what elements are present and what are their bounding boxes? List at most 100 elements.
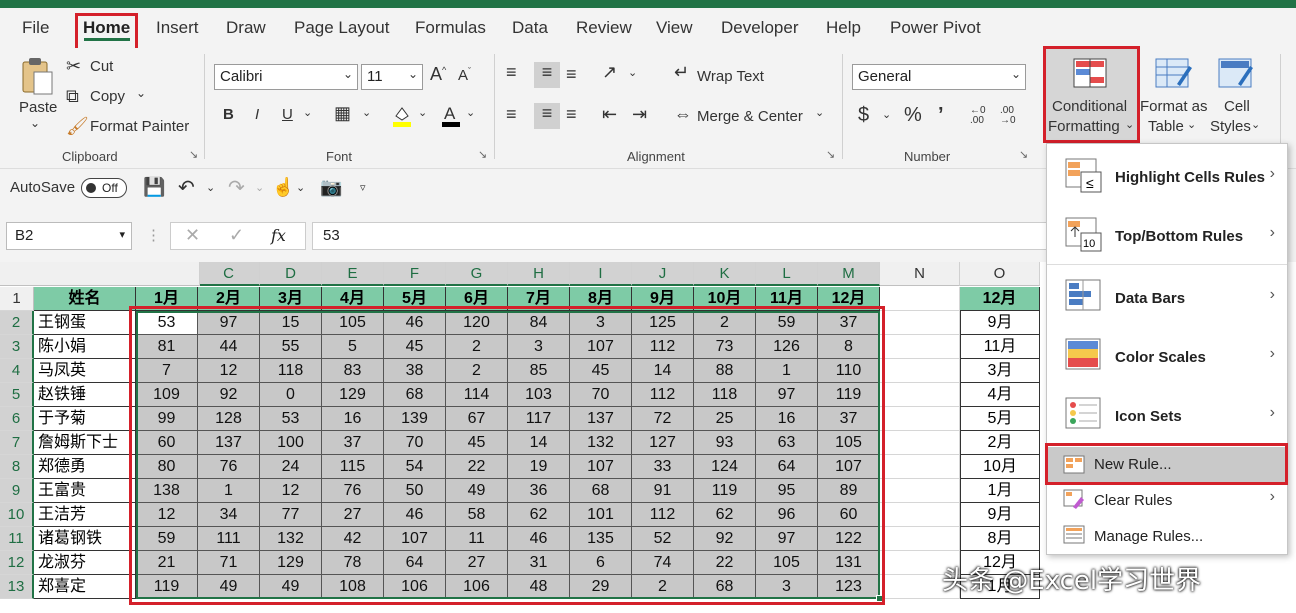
- name-cell[interactable]: 诸葛钢铁: [34, 527, 136, 551]
- value-cell[interactable]: 114: [446, 383, 508, 407]
- align-right-icon[interactable]: ≡: [566, 104, 577, 125]
- month-header-cell[interactable]: 4月: [322, 287, 384, 311]
- formula-bar-splitter-icon[interactable]: ⋮: [146, 226, 161, 244]
- value-cell[interactable]: 107: [570, 455, 632, 479]
- o-value-cell[interactable]: 5月: [960, 407, 1040, 431]
- value-cell[interactable]: 97: [198, 311, 260, 335]
- cancel-icon[interactable]: ✕: [185, 225, 200, 246]
- customize-qat-icon[interactable]: ▿: [360, 181, 366, 194]
- value-cell[interactable]: 21: [136, 551, 198, 575]
- o-value-cell[interactable]: 1月: [960, 479, 1040, 503]
- value-cell[interactable]: 2: [694, 311, 756, 335]
- menu-item-new-rule[interactable]: New Rule...: [1047, 447, 1287, 483]
- empty-cell[interactable]: [880, 455, 960, 479]
- value-cell[interactable]: 111: [198, 527, 260, 551]
- value-cell[interactable]: 12: [198, 359, 260, 383]
- value-cell[interactable]: 15: [260, 311, 322, 335]
- row-header[interactable]: 1: [0, 287, 34, 311]
- tab-home[interactable]: Home: [83, 18, 130, 38]
- tab-help[interactable]: Help: [826, 18, 861, 38]
- value-cell[interactable]: 96: [756, 503, 818, 527]
- value-cell[interactable]: 129: [322, 383, 384, 407]
- value-cell[interactable]: 48: [508, 575, 570, 599]
- touch-dropdown-icon[interactable]: ⌄: [296, 181, 305, 194]
- value-cell[interactable]: 138: [136, 479, 198, 503]
- value-cell[interactable]: 7: [136, 359, 198, 383]
- month-header-cell[interactable]: 3月: [260, 287, 322, 311]
- column-header[interactable]: C: [198, 262, 260, 286]
- cell-styles-label-2[interactable]: Styles: [1210, 118, 1251, 135]
- tab-formulas[interactable]: Formulas: [415, 18, 486, 38]
- chevron-down-icon[interactable]: ⌄: [1251, 118, 1260, 131]
- value-cell[interactable]: 139: [384, 407, 446, 431]
- value-cell[interactable]: 83: [322, 359, 384, 383]
- column-header[interactable]: H: [508, 262, 570, 286]
- tab-developer[interactable]: Developer: [721, 18, 799, 38]
- value-cell[interactable]: 81: [136, 335, 198, 359]
- value-cell[interactable]: 37: [818, 311, 880, 335]
- align-center-icon[interactable]: ≡: [534, 103, 560, 129]
- value-cell[interactable]: 55: [260, 335, 322, 359]
- cut-button[interactable]: Cut: [90, 58, 113, 75]
- value-cell[interactable]: 76: [198, 455, 260, 479]
- value-cell[interactable]: 112: [632, 383, 694, 407]
- value-cell[interactable]: 97: [756, 383, 818, 407]
- merge-dropdown-icon[interactable]: ⌄: [815, 106, 824, 119]
- value-cell[interactable]: 89: [818, 479, 880, 503]
- value-cell[interactable]: 68: [384, 383, 446, 407]
- row-header[interactable]: 6: [0, 407, 34, 431]
- row-header[interactable]: 5: [0, 383, 34, 407]
- borders-dropdown-icon[interactable]: ⌄: [362, 106, 371, 119]
- empty-cell[interactable]: [880, 335, 960, 359]
- value-cell[interactable]: 119: [694, 479, 756, 503]
- menu-item-highlight-cells-rules[interactable]: ≤ Highlight Cells Rules ›: [1047, 158, 1287, 198]
- value-cell[interactable]: 60: [818, 503, 880, 527]
- comma-button[interactable]: ’: [938, 104, 944, 127]
- empty-cell[interactable]: [880, 311, 960, 335]
- value-cell[interactable]: 22: [694, 551, 756, 575]
- row-header[interactable]: 8: [0, 455, 34, 479]
- value-cell[interactable]: 74: [632, 551, 694, 575]
- value-cell[interactable]: 62: [508, 503, 570, 527]
- value-cell[interactable]: 132: [260, 527, 322, 551]
- o-value-cell[interactable]: 9月: [960, 311, 1040, 335]
- month-header-cell[interactable]: 7月: [508, 287, 570, 311]
- value-cell[interactable]: 71: [198, 551, 260, 575]
- value-cell[interactable]: 1: [756, 359, 818, 383]
- name-cell[interactable]: 郑喜定: [34, 575, 136, 599]
- value-cell[interactable]: 27: [446, 551, 508, 575]
- value-cell[interactable]: 101: [570, 503, 632, 527]
- menu-item-data-bars[interactable]: Data Bars ›: [1047, 279, 1287, 319]
- tab-data[interactable]: Data: [512, 18, 548, 38]
- value-cell[interactable]: 68: [570, 479, 632, 503]
- value-cell[interactable]: 3: [756, 575, 818, 599]
- value-cell[interactable]: 62: [694, 503, 756, 527]
- value-cell[interactable]: 45: [384, 335, 446, 359]
- font-name-select[interactable]: Calibri ⌄: [214, 64, 358, 90]
- month-header-cell[interactable]: 11月: [756, 287, 818, 311]
- month-header-cell[interactable]: 6月: [446, 287, 508, 311]
- empty-cell[interactable]: [880, 407, 960, 431]
- o-value-cell[interactable]: 8月: [960, 527, 1040, 551]
- underline-dropdown-icon[interactable]: ⌄: [303, 106, 312, 119]
- column-header[interactable]: E: [322, 262, 384, 286]
- column-header[interactable]: M: [818, 262, 880, 286]
- row-header[interactable]: 4: [0, 359, 34, 383]
- name-cell[interactable]: 王钢蛋: [34, 311, 136, 335]
- o-value-cell[interactable]: 3月: [960, 359, 1040, 383]
- value-cell[interactable]: 44: [198, 335, 260, 359]
- month-header-cell[interactable]: 9月: [632, 287, 694, 311]
- value-cell[interactable]: 135: [570, 527, 632, 551]
- value-cell[interactable]: 3: [508, 335, 570, 359]
- value-cell[interactable]: 49: [260, 575, 322, 599]
- value-cell[interactable]: 58: [446, 503, 508, 527]
- format-as-table-label-1[interactable]: Format as: [1140, 98, 1208, 115]
- italic-button[interactable]: I: [255, 106, 259, 123]
- decrease-decimal-icon[interactable]: .00 →0: [1000, 106, 1016, 126]
- copy-dropdown-icon[interactable]: ⌄: [136, 86, 146, 100]
- format-as-table-icon[interactable]: [1155, 58, 1193, 92]
- value-cell[interactable]: 67: [446, 407, 508, 431]
- alignment-launcher-icon[interactable]: ↘: [826, 148, 835, 161]
- o-value-cell[interactable]: 9月: [960, 503, 1040, 527]
- decrease-font-icon[interactable]: Aˇ: [458, 66, 471, 84]
